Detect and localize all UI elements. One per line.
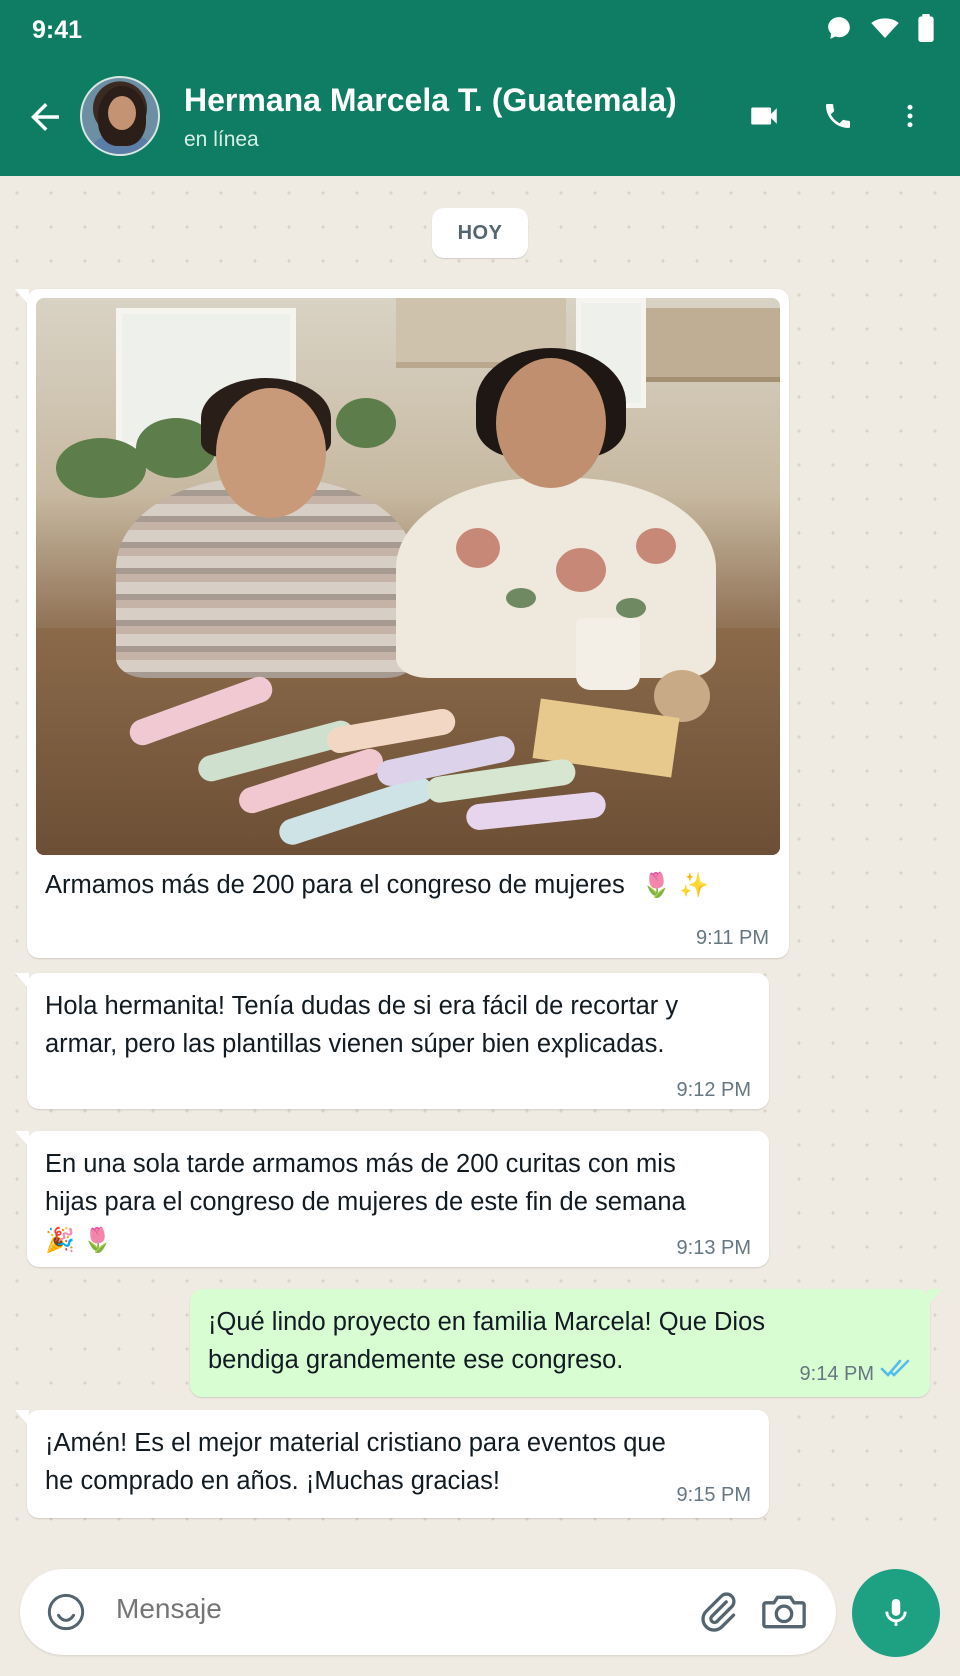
contact-status: en línea: [184, 128, 259, 151]
app-bar: Hermana Marcela T. (Guatemala) en línea: [0, 70, 960, 166]
photo-plant: [56, 438, 146, 498]
message-line: bendiga grandemente ese congreso.: [208, 1346, 624, 1374]
photo-yarn: [654, 670, 710, 722]
photo-shelf: [646, 308, 780, 382]
status-time: 9:41: [32, 16, 83, 44]
message-line: armar, pero las plantillas vienen súper …: [45, 1030, 665, 1058]
voice-message-button[interactable]: [852, 1569, 940, 1657]
message-line: ¡Amén! Es el mejor material cristiano pa…: [45, 1429, 666, 1457]
message-line: he comprado en años. ¡Muchas gracias!: [45, 1467, 500, 1495]
message-timestamp: 9:15 PM: [676, 1484, 751, 1506]
microphone-icon: [885, 1598, 907, 1626]
message-text: Hola hermanita! Tenía dudas de si era fá…: [45, 987, 755, 1063]
photo-sweater-leaf: [616, 598, 646, 618]
more-vert-icon: [907, 104, 913, 128]
message-caption: Armamos más de 200 para el congreso de m…: [45, 866, 765, 904]
message-emoji: 🎉 🌷: [45, 1226, 113, 1254]
photo-woman-face: [496, 358, 606, 488]
outgoing-message-bubble[interactable]: ¡Qué lindo proyecto en familia Marcela! …: [190, 1289, 942, 1397]
date-divider: HOY: [432, 208, 528, 258]
emoji-icon[interactable]: [46, 1592, 86, 1632]
shared-photo[interactable]: [36, 298, 780, 855]
message-text: ¡Amén! Es el mejor material cristiano pa…: [45, 1424, 745, 1500]
avatar-face: [108, 96, 136, 130]
photo-sweater-leaf: [506, 588, 536, 608]
message-timestamp: 9:11 PM: [696, 927, 769, 949]
message-bubble[interactable]: Hola hermanita! Tenía dudas de si era fá…: [15, 973, 769, 1109]
photo-girl-face: [216, 388, 326, 518]
message-line: En una sola tarde armamos más de 200 cur…: [45, 1150, 676, 1178]
message-bubble[interactable]: En una sola tarde armamos más de 200 cur…: [15, 1131, 769, 1267]
message-bubble[interactable]: ¡Amén! Es el mejor material cristiano pa…: [15, 1410, 769, 1518]
message-image-bubble[interactable]: Armamos más de 200 para el congreso de m…: [15, 289, 789, 958]
chat-area[interactable]: HOY Armamos más de 200 para el congreso …: [0, 176, 960, 1548]
chat-header: 9:41 Hermana Marcela T. (Guatemala) en l…: [0, 0, 960, 176]
contact-avatar[interactable]: [80, 76, 160, 156]
photo-plant: [336, 398, 396, 448]
message-line: hijas para el congreso de mujeres de est…: [45, 1188, 686, 1216]
double-check-icon: [880, 1359, 910, 1377]
more-options-button[interactable]: [888, 94, 932, 138]
message-line: ¡Qué lindo proyecto en familia Marcela! …: [208, 1308, 766, 1336]
photo-sweater-flower: [556, 548, 606, 592]
message-emoji: 🌷 ✨: [641, 871, 710, 899]
message-timestamp: 9:13 PM: [676, 1237, 751, 1259]
phone-icon: [826, 104, 850, 128]
message-text: ¡Qué lindo proyecto en familia Marcela! …: [208, 1303, 768, 1379]
camera-icon[interactable]: [760, 1590, 808, 1634]
message-notification-icon: [828, 17, 850, 39]
back-arrow-icon[interactable]: [24, 96, 66, 138]
video-call-button[interactable]: [742, 94, 786, 138]
wifi-icon: [871, 18, 899, 38]
video-call-icon: [751, 107, 777, 125]
message-text: En una sola tarde armamos más de 200 cur…: [45, 1145, 755, 1259]
contact-name[interactable]: Hermana Marcela T. (Guatemala): [184, 82, 677, 119]
message-timestamp: 9:14 PM: [799, 1363, 874, 1385]
message-composer: [20, 1569, 836, 1655]
message-timestamp: 9:12 PM: [676, 1079, 751, 1101]
message-line: Hola hermanita! Tenía dudas de si era fá…: [45, 992, 679, 1020]
photo-sweater-flower: [456, 528, 500, 568]
photo-mug: [576, 618, 640, 690]
battery-icon: [918, 14, 934, 42]
message-caption-text: Armamos más de 200 para el congreso de m…: [45, 871, 625, 899]
attach-icon[interactable]: [696, 1590, 740, 1634]
photo-woman: [396, 478, 716, 678]
message-input[interactable]: [116, 1593, 596, 1625]
status-bar: 9:41: [0, 0, 960, 58]
voice-call-button[interactable]: [816, 94, 860, 138]
status-icons: [826, 14, 934, 42]
photo-sweater-flower: [636, 528, 676, 564]
